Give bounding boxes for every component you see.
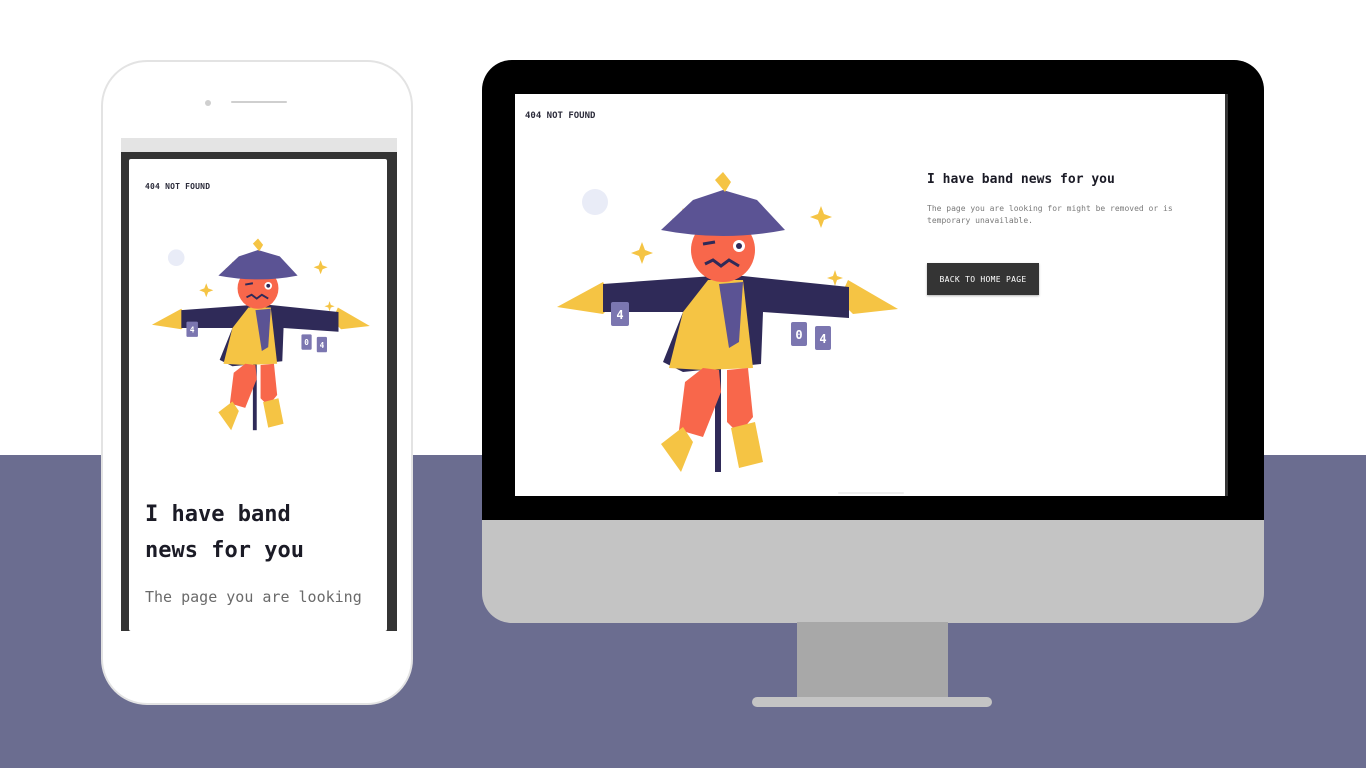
- brand-logo-text[interactable]: 404 NOT FOUND: [145, 182, 210, 191]
- monitor-mockup: 404 NOT FOUND 4 0 4 I have band news for…: [482, 60, 1264, 623]
- page-message: The page you are looking for might be re…: [927, 204, 1173, 225]
- scarecrow-illustration: 4 0 4: [151, 238, 370, 431]
- phone-screen: 404 NOT FOUND 4 0 4 I have band news for…: [121, 138, 397, 631]
- monitor-bezel: 404 NOT FOUND 4 0 4 I have band news for…: [482, 60, 1264, 520]
- brand-logo-text[interactable]: 404 NOT FOUND: [525, 111, 595, 121]
- monitor-stand-neck: [797, 622, 948, 698]
- can-label: 0: [795, 328, 802, 342]
- phone-mockup: 404 NOT FOUND 4 0 4 I have band news for…: [101, 60, 413, 705]
- can-label: 4: [320, 341, 325, 350]
- can-label: 4: [190, 325, 195, 334]
- monitor-screen[interactable]: 404 NOT FOUND 4 0 4 I have band news for…: [515, 94, 1228, 496]
- footer-credit: [838, 492, 904, 494]
- scarecrow-illustration: 4 0 4: [557, 172, 898, 472]
- page-heading-line: I have band: [145, 502, 291, 527]
- can-label: 4: [616, 308, 623, 322]
- page-message: The page you are looking: [145, 588, 362, 606]
- phone-page[interactable]: 404 NOT FOUND 4 0 4 I have band news for…: [129, 159, 387, 631]
- phone-camera: [205, 100, 211, 106]
- phone-speaker: [231, 101, 287, 103]
- monitor-stand-base: [752, 697, 992, 707]
- back-to-home-button[interactable]: BACK TO HOME PAGE: [927, 263, 1039, 295]
- can-label: 4: [819, 332, 826, 346]
- can-label: 0: [304, 338, 309, 347]
- page-heading: I have band news for you: [145, 497, 375, 569]
- page-heading: I have band news for you: [927, 172, 1115, 187]
- page-heading-line: news for you: [145, 538, 304, 563]
- phone-browser-frame: 404 NOT FOUND 4 0 4 I have band news for…: [121, 152, 397, 631]
